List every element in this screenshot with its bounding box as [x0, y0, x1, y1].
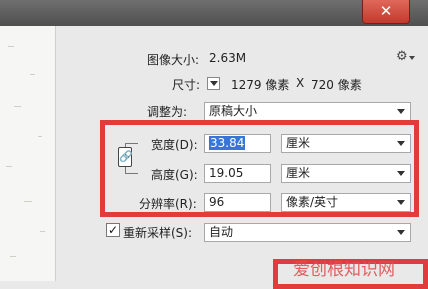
preview-texture [6, 166, 12, 167]
preview-texture [30, 74, 35, 75]
image-size-label: 图像大小: [147, 53, 200, 67]
highlight-box [100, 120, 419, 217]
chevron-down-icon[interactable] [409, 56, 415, 60]
preview-texture [10, 256, 16, 257]
dimensions-height: 720 像素 [311, 78, 362, 92]
chevron-down-icon [210, 81, 218, 86]
image-preview[interactable] [0, 26, 56, 281]
resample-label: 重新采样(S): [123, 226, 193, 240]
preview-texture [24, 201, 32, 202]
dimensions-separator: X [296, 76, 305, 90]
gear-icon[interactable]: ⚙ [396, 49, 408, 64]
fit-to-value: 原稿大小 [209, 104, 258, 118]
image-size-value: 2.63M [209, 51, 247, 65]
check-icon: ✓ [107, 223, 119, 237]
preview-texture [40, 231, 45, 232]
resample-method-value: 自动 [209, 225, 234, 239]
dimensions-width: 1279 像素 [231, 78, 290, 92]
close-icon: ✕ [379, 2, 393, 20]
chevron-down-icon [397, 109, 405, 114]
close-button[interactable]: ✕ [362, 0, 410, 24]
resample-method-select[interactable]: 自动 [204, 223, 411, 242]
preview-texture [38, 136, 42, 137]
fit-to-select[interactable]: 原稿大小 [204, 102, 411, 121]
dialog-titlebar: ✕ [0, 0, 428, 26]
chevron-down-icon [397, 230, 405, 235]
preview-texture [14, 106, 21, 107]
preview-texture [8, 46, 14, 47]
dimensions-label: 尺寸: [172, 78, 201, 92]
fit-to-label: 调整为: [147, 105, 188, 119]
watermark: 爱创根知识网 [293, 260, 395, 280]
dimensions-unit-menu-button[interactable] [207, 77, 220, 90]
resample-checkbox[interactable]: ✓ [106, 223, 120, 237]
